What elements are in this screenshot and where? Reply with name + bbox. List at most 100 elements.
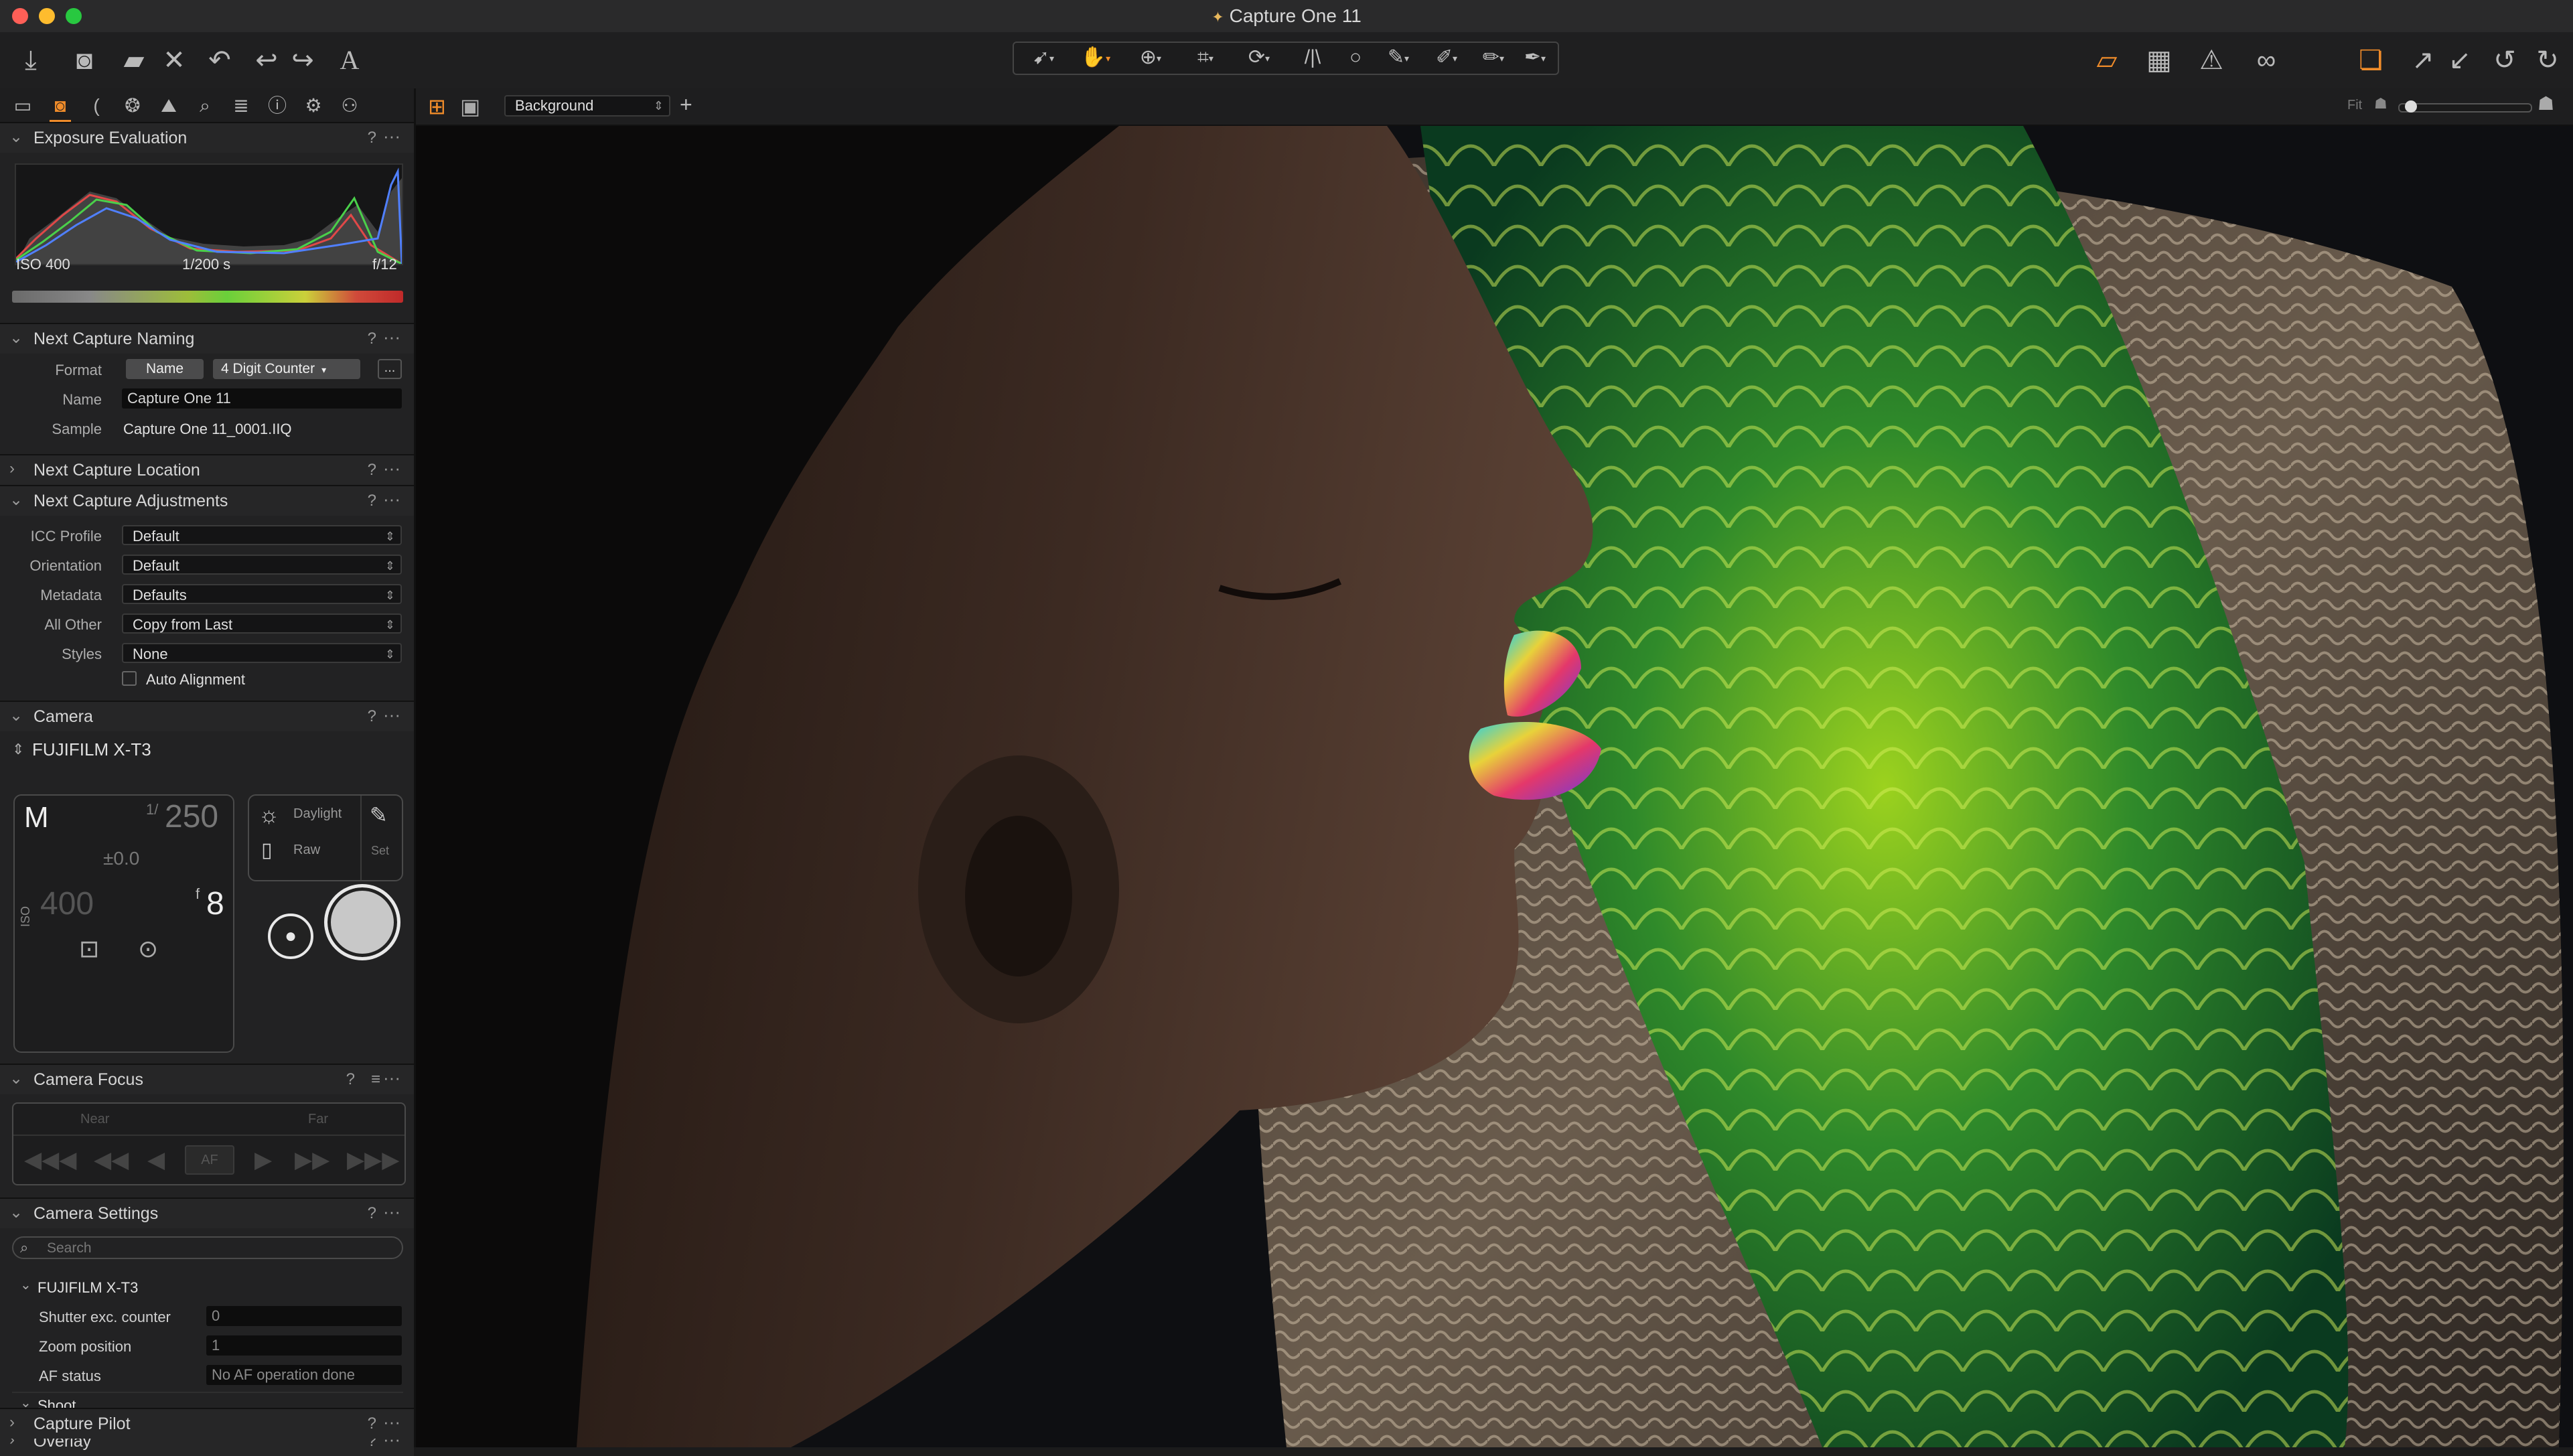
focus-far-large-icon[interactable]: ▶▶▶ xyxy=(347,1147,399,1173)
help-icon[interactable]: ? xyxy=(368,129,376,147)
icc-profile-select[interactable]: Default ⇕ xyxy=(122,525,402,545)
batch-tab-icon[interactable]: ⚇ xyxy=(336,92,363,119)
list-icon[interactable]: ≡ xyxy=(371,1070,380,1089)
more-icon[interactable]: ··· xyxy=(383,705,400,725)
more-icon[interactable]: ··· xyxy=(383,126,400,147)
help-icon[interactable]: ? xyxy=(368,1204,376,1223)
settings-search-input[interactable]: ⌕ Search xyxy=(12,1236,403,1259)
settings-group-label[interactable]: FUJIFILM X-T3 xyxy=(38,1279,138,1297)
auto-alignment-checkbox[interactable] xyxy=(122,671,137,686)
focus-near-small-icon[interactable]: ◀ xyxy=(147,1147,165,1173)
image-viewer[interactable] xyxy=(416,126,2573,1447)
camera-focus-header[interactable]: ⌄ Camera Focus ? ≡ ··· xyxy=(0,1064,414,1094)
help-icon[interactable]: ? xyxy=(368,1414,376,1433)
proof-glasses-icon[interactable]: ∞ xyxy=(2248,42,2285,79)
edit-mask-icon[interactable]: ▱ xyxy=(2088,42,2126,79)
more-icon[interactable]: ··· xyxy=(383,489,400,510)
focus-far-small-icon[interactable]: ▶ xyxy=(254,1147,272,1173)
pan-tool-icon[interactable]: ✋▾ xyxy=(1069,44,1122,71)
all-other-select[interactable]: Copy from Last ⇕ xyxy=(122,613,402,634)
camera-select-icon[interactable]: ⇕ xyxy=(12,741,24,758)
apply-adjustments-icon[interactable]: ↙ xyxy=(2441,42,2479,79)
reset-icon[interactable]: ↶ xyxy=(201,42,238,79)
exposure-warning-icon[interactable]: ⚠ xyxy=(2193,42,2230,79)
copy-adjustments-stack-icon[interactable]: ❏ xyxy=(2352,42,2390,79)
help-icon[interactable]: ? xyxy=(368,461,376,480)
chevron-down-icon[interactable]: ⌄ xyxy=(20,1277,31,1293)
single-view-icon[interactable]: ▣ xyxy=(460,94,480,119)
zoom-slider-thumb[interactable] xyxy=(2405,100,2417,113)
text-annotation-icon[interactable]: A xyxy=(331,42,368,79)
select-tool-icon[interactable]: ➹▾ xyxy=(1017,44,1070,71)
grid-icon[interactable]: ▦ xyxy=(2140,42,2178,79)
focus-near-medium-icon[interactable]: ◀◀ xyxy=(94,1147,129,1173)
set-label[interactable]: Set xyxy=(371,844,389,858)
white-balance-value[interactable]: Daylight xyxy=(293,806,342,822)
crop-tool-icon[interactable]: ⌗▾ xyxy=(1179,44,1232,71)
grid-view-icon[interactable]: ⊞ xyxy=(428,94,446,119)
output-tab-icon[interactable]: ⚙ xyxy=(300,92,327,119)
styles-select[interactable]: None ⇕ xyxy=(122,643,402,663)
help-icon[interactable]: ? xyxy=(346,1070,355,1089)
iso-value[interactable]: 400 xyxy=(40,885,94,922)
exposure-tab-icon[interactable]: ⛰ xyxy=(155,92,182,119)
exposure-mode[interactable]: M xyxy=(24,801,49,834)
details-tab-icon[interactable]: ⌕ xyxy=(192,92,218,119)
capture-pilot-header[interactable]: › Capture Pilot ? ··· xyxy=(0,1408,416,1439)
color-tab-icon[interactable]: ❂ xyxy=(119,92,146,119)
rotate-left-icon[interactable]: ↺ xyxy=(2486,42,2523,79)
zoom-tool-icon[interactable]: ⊕▾ xyxy=(1124,44,1177,71)
capture-camera-icon[interactable]: ◙ xyxy=(66,42,103,79)
more-icon[interactable]: ··· xyxy=(383,327,400,348)
next-capture-naming-header[interactable]: ⌄ Next Capture Naming ? ··· xyxy=(0,323,414,354)
metadata-tab-icon[interactable]: ⓘ xyxy=(264,92,291,119)
record-video-button[interactable]: ● xyxy=(268,914,313,959)
more-icon[interactable]: ··· xyxy=(383,458,400,479)
format-token-counter[interactable]: 4 Digit Counter ▾ xyxy=(213,359,360,379)
format-more-button[interactable]: ... xyxy=(378,359,402,379)
camera-model[interactable]: FUJIFILM X-T3 xyxy=(32,739,151,760)
next-capture-location-header[interactable]: › Next Capture Location ? ··· xyxy=(0,454,414,485)
camera-settings-header[interactable]: ⌄ Camera Settings ? ··· xyxy=(0,1197,414,1228)
help-icon[interactable]: ? xyxy=(368,492,376,510)
capture-tab-icon[interactable]: ◙ xyxy=(47,92,74,123)
lens-tab-icon[interactable]: ( xyxy=(83,92,110,119)
exposure-evaluation-header[interactable]: ⌄ Exposure Evaluation ? ··· xyxy=(0,122,414,153)
help-icon[interactable]: ? xyxy=(368,707,376,726)
next-capture-adjustments-header[interactable]: ⌄ Next Capture Adjustments ? ··· xyxy=(0,485,414,516)
autofocus-icon[interactable]: ⊡ xyxy=(79,935,99,963)
metering-icon[interactable]: ⊙ xyxy=(138,935,158,963)
library-tab-icon[interactable]: ▭ xyxy=(9,92,36,119)
more-icon[interactable]: ··· xyxy=(383,1202,400,1222)
camera-header[interactable]: ⌄ Camera ? ··· xyxy=(0,701,414,731)
more-icon[interactable]: ··· xyxy=(383,1068,400,1088)
delete-icon[interactable]: ✕ xyxy=(155,42,193,79)
eyedropper-icon[interactable]: ✎ xyxy=(370,802,388,828)
adjustments-tab-icon[interactable]: ≣ xyxy=(228,92,254,119)
autofocus-button[interactable]: AF xyxy=(185,1145,234,1175)
copy-adjustments-icon[interactable]: ↗ xyxy=(2404,42,2442,79)
folder-move-icon[interactable]: ▰ xyxy=(115,42,153,79)
picker-tool-icon[interactable]: ✎▾ xyxy=(1372,44,1425,71)
file-format-value[interactable]: Raw xyxy=(293,843,320,858)
help-icon[interactable]: ? xyxy=(368,330,376,348)
shutter-speed[interactable]: 250 xyxy=(165,798,218,835)
more-icon[interactable]: ··· xyxy=(383,1412,400,1433)
redo-icon[interactable]: ↪ xyxy=(284,42,321,79)
rotate-tool-icon[interactable]: ⟳▾ xyxy=(1232,44,1286,71)
name-field[interactable]: Capture One 11 xyxy=(122,388,402,409)
format-token-name[interactable]: Name xyxy=(126,359,204,379)
annotate-tool-icon[interactable]: ✒▾ xyxy=(1508,44,1562,71)
zoom-slider[interactable] xyxy=(2398,100,2532,113)
rotate-right-icon[interactable]: ↻ xyxy=(2529,42,2566,79)
capture-shutter-button[interactable] xyxy=(324,884,400,960)
exposure-compensation[interactable]: ±0.0 xyxy=(103,848,139,869)
focus-near-large-icon[interactable]: ◀◀◀ xyxy=(24,1147,76,1173)
undo-icon[interactable]: ↩ xyxy=(248,42,285,79)
import-icon[interactable]: ⤓ xyxy=(12,42,50,79)
metadata-select[interactable]: Defaults ⇕ xyxy=(122,584,402,604)
aperture-value[interactable]: 8 xyxy=(206,885,224,922)
variant-select[interactable]: Background ⇕ xyxy=(504,95,670,117)
orientation-select[interactable]: Default ⇕ xyxy=(122,555,402,575)
focus-far-medium-icon[interactable]: ▶▶ xyxy=(295,1147,329,1173)
